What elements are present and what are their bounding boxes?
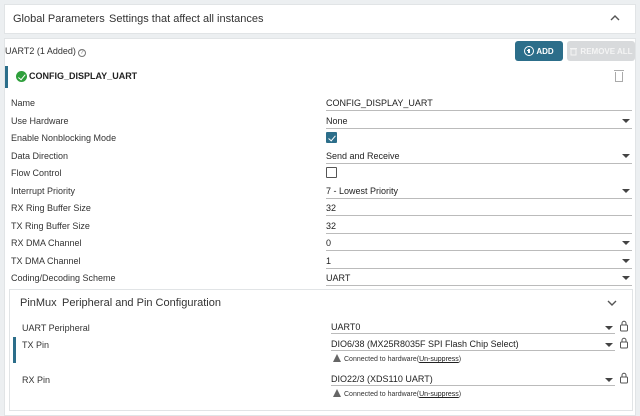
use-hardware-select[interactable]: None (326, 113, 632, 129)
field-label: TX Pin (22, 340, 50, 350)
field-use-hardware: Use Hardware None (11, 113, 632, 131)
enable-nonblocking-checkbox[interactable] (326, 132, 337, 143)
select-value: DIO22/3 (XDS110 UART) (331, 374, 433, 384)
instance-header[interactable]: CONFIG_DISPLAY_UART (5, 66, 635, 88)
field-label: RX Ring Buffer Size (11, 203, 91, 213)
caret-down-icon (622, 188, 630, 193)
check-circle-icon (16, 71, 27, 82)
unsuppress-link[interactable]: Un-suppress (419, 356, 459, 363)
select-value: None (326, 115, 348, 126)
field-rx-dma-channel: RX DMA Channel 0 (11, 235, 632, 253)
data-direction-select[interactable]: Send and Receive (326, 148, 632, 164)
caret-down-icon (622, 276, 630, 280)
note-end: ) (458, 356, 462, 363)
caret-down-icon (622, 258, 630, 263)
field-tx-dma-channel: TX DMA Channel 1 (11, 253, 632, 271)
uart-module-title: UART2 (1 Added)? (5, 46, 86, 57)
remove-all-label: REMOVE ALL (580, 46, 633, 56)
field-name: Name CONFIG_DISPLAY_UART (11, 95, 632, 113)
delete-instance-icon[interactable] (614, 70, 624, 82)
select-value: DIO6/38 (MX25R8035F SPI Flash Chip Selec… (331, 339, 519, 349)
connection-note: Connected to hardware(Un-suppress) (333, 389, 461, 398)
trash-icon (570, 47, 578, 55)
global-parameters-title: Global Parameters (13, 13, 105, 25)
field-interrupt-priority: Interrupt Priority 7 - Lowest Priority (11, 183, 632, 201)
remove-all-button[interactable]: REMOVE ALL (567, 41, 635, 61)
chevron-up-icon[interactable] (609, 11, 621, 25)
field-rx-ring-buffer: RX Ring Buffer Size 32 (11, 200, 632, 218)
field-enable-nonblocking: Enable Nonblocking Mode (11, 130, 631, 148)
caret-down-icon (605, 343, 613, 347)
rx-ring-buffer-input[interactable]: 32 (326, 200, 632, 216)
chevron-down-icon[interactable] (606, 296, 618, 310)
caret-down-icon (605, 378, 613, 382)
tx-pin-select[interactable]: DIO6/38 (MX25R8035F SPI Flash Chip Selec… (331, 337, 615, 351)
field-label: RX Pin (22, 375, 51, 385)
note-text: Connected to hardware( (344, 391, 420, 398)
pinmux-subtitle: Peripheral and Pin Configuration (62, 297, 221, 309)
pinmux-title: PinMux (20, 297, 57, 309)
select-value: UART0 (331, 322, 361, 332)
uart-module-title-text: UART2 (1 Added) (5, 46, 76, 56)
caret-down-icon (605, 326, 613, 330)
selection-bar (13, 337, 16, 363)
tx-dma-channel-select[interactable]: 1 (326, 253, 632, 269)
tx-ring-buffer-input[interactable]: 32 (326, 218, 632, 234)
field-label: Name (11, 98, 36, 108)
uart-panel: UART2 (1 Added)? ADD REMOVE ALL CONFIG_D… (4, 38, 636, 416)
select-value: 0 (326, 238, 332, 248)
field-label: TX DMA Channel (11, 255, 81, 266)
lock-icon[interactable] (619, 372, 629, 384)
select-value: Send and Receive (326, 150, 400, 161)
pinmux-row-uart-peripheral: UART Peripheral UART0 (10, 320, 632, 336)
select-value: UART (326, 273, 351, 283)
rx-pin-select[interactable]: DIO22/3 (XDS110 UART) (331, 372, 615, 386)
select-value: 1 (326, 255, 332, 266)
field-label: Interrupt Priority (11, 185, 76, 196)
caret-down-icon (622, 118, 630, 123)
select-value: 7 - Lowest Priority (326, 185, 399, 196)
coding-scheme-select[interactable]: UART (326, 270, 632, 286)
caret-down-icon (622, 241, 630, 245)
pinmux-row-rx-pin: RX Pin DIO22/3 (XDS110 UART) Connected t… (10, 372, 632, 400)
field-flow-control: Flow Control (11, 165, 631, 183)
field-label: UART Peripheral (22, 323, 90, 333)
connection-note: Connected to hardware(Un-suppress) (333, 354, 461, 363)
caret-down-icon (622, 153, 630, 158)
lock-icon[interactable] (619, 320, 629, 332)
note-end: ) (458, 391, 462, 398)
field-label: Enable Nonblocking Mode (11, 133, 117, 143)
field-label: Flow Control (11, 168, 62, 178)
add-button[interactable]: ADD (515, 41, 563, 61)
field-label: TX Ring Buffer Size (11, 220, 90, 231)
name-input[interactable]: CONFIG_DISPLAY_UART (326, 95, 632, 111)
add-circle-icon (524, 46, 535, 56)
note-text: Connected to hardware( (344, 356, 420, 363)
field-tx-ring-buffer: TX Ring Buffer Size 32 (11, 218, 632, 236)
instance-name: CONFIG_DISPLAY_UART (29, 71, 138, 81)
add-button-label: ADD (536, 46, 554, 56)
field-label: Data Direction (11, 150, 69, 161)
rx-dma-channel-select[interactable]: 0 (326, 235, 632, 251)
pinmux-panel: PinMux Peripheral and Pin Configuration … (9, 289, 633, 411)
field-coding-scheme: Coding/Decoding Scheme UART (11, 270, 632, 288)
field-label: Use Hardware (11, 115, 69, 126)
warning-icon (333, 389, 341, 397)
global-parameters-subtitle: Settings that affect all instances (109, 13, 264, 25)
uart-peripheral-select[interactable]: UART0 (331, 320, 615, 334)
field-label: Coding/Decoding Scheme (11, 273, 116, 283)
global-parameters-panel[interactable]: Global Parameters Settings that affect a… (4, 4, 636, 34)
pinmux-row-tx-pin: TX Pin DIO6/38 (MX25R8035F SPI Flash Chi… (10, 337, 632, 365)
help-icon[interactable]: ? (77, 49, 86, 57)
field-label: RX DMA Channel (11, 238, 82, 248)
interrupt-priority-select[interactable]: 7 - Lowest Priority (326, 183, 632, 199)
warning-icon (333, 354, 341, 362)
flow-control-checkbox[interactable] (326, 167, 337, 178)
lock-icon[interactable] (619, 337, 629, 349)
field-data-direction: Data Direction Send and Receive (11, 148, 632, 166)
unsuppress-link[interactable]: Un-suppress (419, 391, 459, 398)
